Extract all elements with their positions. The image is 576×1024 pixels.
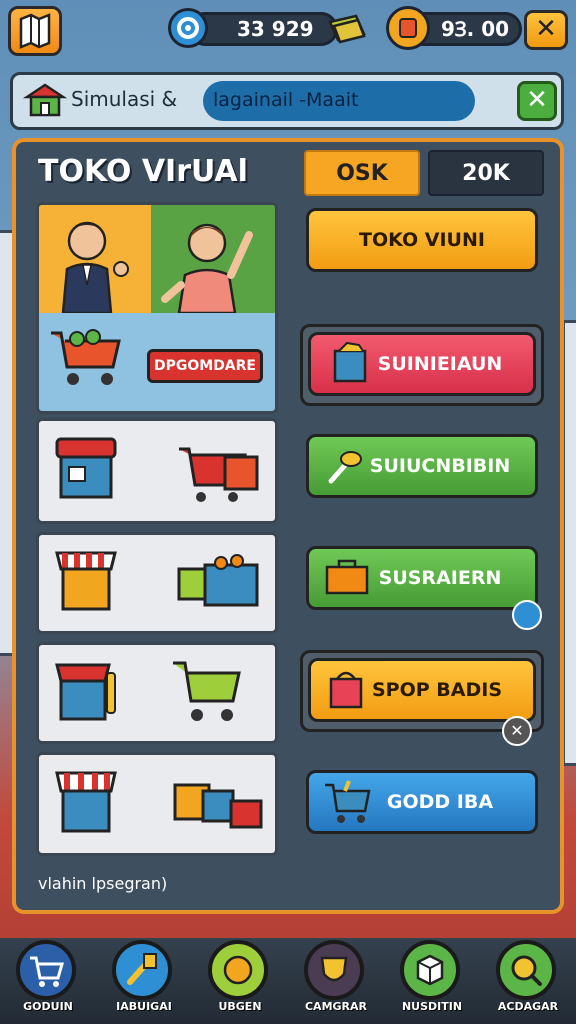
blue-action-button[interactable]: GODD IBA: [306, 770, 538, 834]
nav-item-acdagar[interactable]: ACDAGAR: [480, 938, 576, 1024]
shop-card-kiosk[interactable]: [36, 642, 278, 744]
top-bar: 33 929 9Ɜ. 00 ✕: [0, 0, 576, 66]
crate-icon: [325, 559, 369, 595]
green-action-button-1-label: SUIUCNBIBIN: [369, 455, 511, 477]
tab-20k[interactable]: 20K: [428, 150, 544, 196]
blue-action-button-label: GODD IBA: [386, 791, 494, 813]
nav-item-ubgen[interactable]: UBGEN: [192, 938, 288, 1024]
orange-action-button[interactable]: SPOP BADIS: [308, 658, 536, 722]
map-icon: [19, 13, 51, 49]
goods-crates-icon: [173, 783, 263, 829]
shop-card-characters[interactable]: DPGOMDARE: [36, 202, 278, 414]
toko-virtual-button-label: TOKO VIUNI: [359, 229, 485, 251]
veggie-cart-icon: [177, 554, 259, 607]
nav-item-camgrar[interactable]: CAMGRAR: [288, 938, 384, 1024]
orange-action-button-label: SPOP BADIS: [371, 679, 502, 701]
bottom-nav: GODUIN IABUIGAI UBGEN CAMGRAR NUSDITIN A…: [0, 938, 576, 1024]
currency-counter-gems: 33 929: [188, 12, 338, 46]
shop-card-fruit-stall[interactable]: [36, 532, 278, 634]
panel-footer-text: vlahin lpsegran): [38, 874, 168, 893]
panel-title: TOKO VIrUAl: [38, 154, 248, 189]
market-stall-icon: [55, 771, 117, 833]
character-customer: [151, 205, 275, 315]
search-label: Simulasi &: [71, 87, 178, 111]
nav-item-iabuigai[interactable]: IABUIGAI: [96, 938, 192, 1024]
kiosk-icon: [55, 663, 116, 721]
green-action-button-2-label: SUSRAIERN: [378, 567, 502, 589]
toko-virtual-button[interactable]: TOKO VIUNI: [306, 208, 538, 272]
nav-label-iabuigai: IABUIGAI: [116, 1000, 172, 1013]
search-coin-icon: [496, 940, 556, 1000]
nav-label-ubgen: UBGEN: [218, 1000, 262, 1013]
search-input[interactable]: lagainail -Maait: [203, 81, 475, 121]
gear-badge-icon[interactable]: [512, 600, 542, 630]
brush-icon: [328, 451, 362, 484]
nav-label-camgrar: CAMGRAR: [304, 1000, 367, 1013]
brush-icon: [112, 940, 172, 1000]
badge-icon: [208, 940, 268, 1000]
settings-gear-icon[interactable]: [168, 8, 208, 48]
close-badge-icon[interactable]: ✕: [502, 716, 532, 746]
red-action-button-label: SUINIEIAUN: [377, 353, 503, 375]
nav-label-goduin: GODUIN: [23, 1000, 73, 1013]
box-icon: [333, 341, 367, 383]
coins-value: 9Ɜ. 00: [441, 17, 510, 41]
shop-panel: TOKO VIrUAl OSK 20K DPGOMDARE vlahin lps…: [12, 138, 564, 914]
shopping-bag-icon: [329, 671, 363, 709]
grocery-cart-icon: [179, 447, 259, 502]
red-action-button[interactable]: SUINIEIAUN: [308, 332, 536, 396]
nav-label-nusditin: NUSDITIN: [401, 1000, 463, 1013]
green-action-button-2[interactable]: SUSRAIERN: [306, 546, 538, 610]
cooler-stall-icon: [55, 437, 117, 499]
nav-item-goduin[interactable]: GODUIN: [0, 938, 96, 1024]
search-bar: Simulasi & lagainail -Maait ✕: [10, 72, 564, 130]
menu-button[interactable]: [8, 6, 62, 56]
coin-icon: [386, 6, 430, 50]
shop-card-market-stall[interactable]: [36, 752, 278, 856]
gems-value: 33 929: [237, 17, 314, 41]
fruit-stall-icon: [55, 551, 117, 611]
shop-icon: [23, 83, 67, 117]
close-button[interactable]: ✕: [524, 10, 568, 50]
nav-label-acdagar: ACDAGAR: [497, 1000, 559, 1013]
nav-item-nusditin[interactable]: NUSDITIN: [384, 938, 480, 1024]
cart-icon: [16, 940, 76, 1000]
character-shopkeeper: [39, 205, 151, 315]
shop-card-cooler[interactable]: [36, 418, 278, 524]
cart-icon: [325, 780, 371, 823]
produce-cart-icon: [51, 329, 121, 385]
search-close-button[interactable]: ✕: [517, 81, 557, 121]
shield-icon: [304, 940, 364, 1000]
green-action-button-1[interactable]: SUIUCNBIBIN: [306, 434, 538, 498]
background-building-right: [562, 320, 576, 766]
search-input-value: lagainail -Maait: [213, 89, 359, 111]
box-icon: [400, 940, 460, 1000]
cash-stack-icon: [326, 10, 368, 48]
banner-badge: DPGOMDARE: [147, 349, 263, 383]
shopping-cart-icon: [173, 661, 241, 721]
tab-osk[interactable]: OSK: [304, 150, 420, 196]
